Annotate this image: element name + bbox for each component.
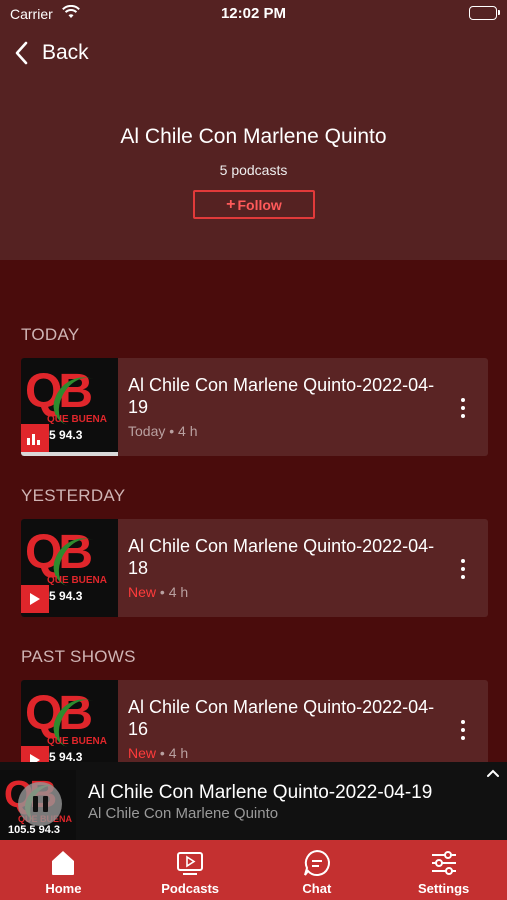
episode-meta: New • 4 h	[128, 745, 189, 761]
play-icon[interactable]	[21, 585, 49, 613]
more-options-icon[interactable]	[456, 720, 470, 740]
plus-icon: +	[226, 195, 236, 213]
episode-meta: New • 4 h	[128, 584, 189, 600]
tab-home[interactable]: Home	[0, 840, 127, 900]
more-options-icon[interactable]	[456, 398, 470, 418]
status-bar: Carrier 12:02 PM	[0, 0, 507, 28]
logo-frequency: 105.5 94.3	[8, 824, 60, 836]
show-header: Back Al Chile Con Marlene Quinto 5 podca…	[0, 28, 507, 260]
section-header-yesterday: YESTERDAY	[21, 486, 126, 505]
chat-icon	[303, 849, 330, 876]
chevron-left-icon	[15, 41, 28, 65]
equalizer-icon	[21, 424, 49, 452]
follow-label: Follow	[237, 196, 282, 213]
tab-chat[interactable]: Chat	[254, 840, 381, 900]
tab-podcasts[interactable]: Podcasts	[127, 840, 254, 900]
section-header-today: TODAY	[21, 325, 80, 344]
podcasts-icon	[177, 852, 204, 875]
section-header-past-shows: PAST SHOWS	[21, 647, 136, 666]
tab-settings[interactable]: Settings	[380, 840, 507, 900]
back-label: Back	[42, 41, 89, 64]
episode-meta: Today • 4 h	[128, 423, 198, 439]
clock: 12:02 PM	[220, 5, 287, 22]
logo-name: QUE BUENA	[47, 736, 108, 747]
back-button[interactable]: Back	[14, 38, 89, 68]
battery-icon	[469, 6, 500, 20]
episode-title: Al Chile Con Marlene Quinto-2022-04-19	[128, 375, 435, 417]
logo-name: QUE BUENA	[47, 575, 108, 586]
follow-button[interactable]: + Follow	[193, 190, 315, 219]
more-options-icon[interactable]	[456, 559, 470, 579]
mini-player-subtitle: Al Chile Con Marlene Quinto	[88, 805, 279, 822]
pause-button[interactable]	[18, 782, 62, 826]
episode-card[interactable]: QB QUE BUENA 5.5 94.3 Al Chile Con Marle…	[21, 519, 488, 617]
podcast-count: 5 podcasts	[219, 162, 288, 178]
progress-bar	[21, 452, 118, 456]
logo-name: QUE BUENA	[47, 414, 108, 425]
episode-thumbnail: QB QUE BUENA 5.5 94.3	[21, 358, 118, 456]
episode-title: Al Chile Con Marlene Quinto-2022-04-16	[128, 697, 435, 739]
episode-card[interactable]: QB QUE BUENA 5.5 94.3 Al Chile Con Marle…	[21, 358, 488, 456]
mini-player-title: Al Chile Con Marlene Quinto-2022-04-19	[88, 782, 433, 803]
settings-icon	[431, 851, 456, 875]
episode-title: Al Chile Con Marlene Quinto-2022-04-18	[128, 536, 435, 578]
page-title: Al Chile Con Marlene Quinto	[120, 125, 387, 148]
chevron-up-icon[interactable]	[487, 764, 499, 782]
home-icon	[52, 851, 75, 875]
mini-player[interactable]: QB QUE BUENA 105.5 94.3 Al Chile Con Mar…	[0, 762, 507, 840]
tab-bar: Home Podcasts Chat Settings	[0, 840, 507, 900]
episode-thumbnail: QB QUE BUENA 5.5 94.3	[21, 519, 118, 617]
